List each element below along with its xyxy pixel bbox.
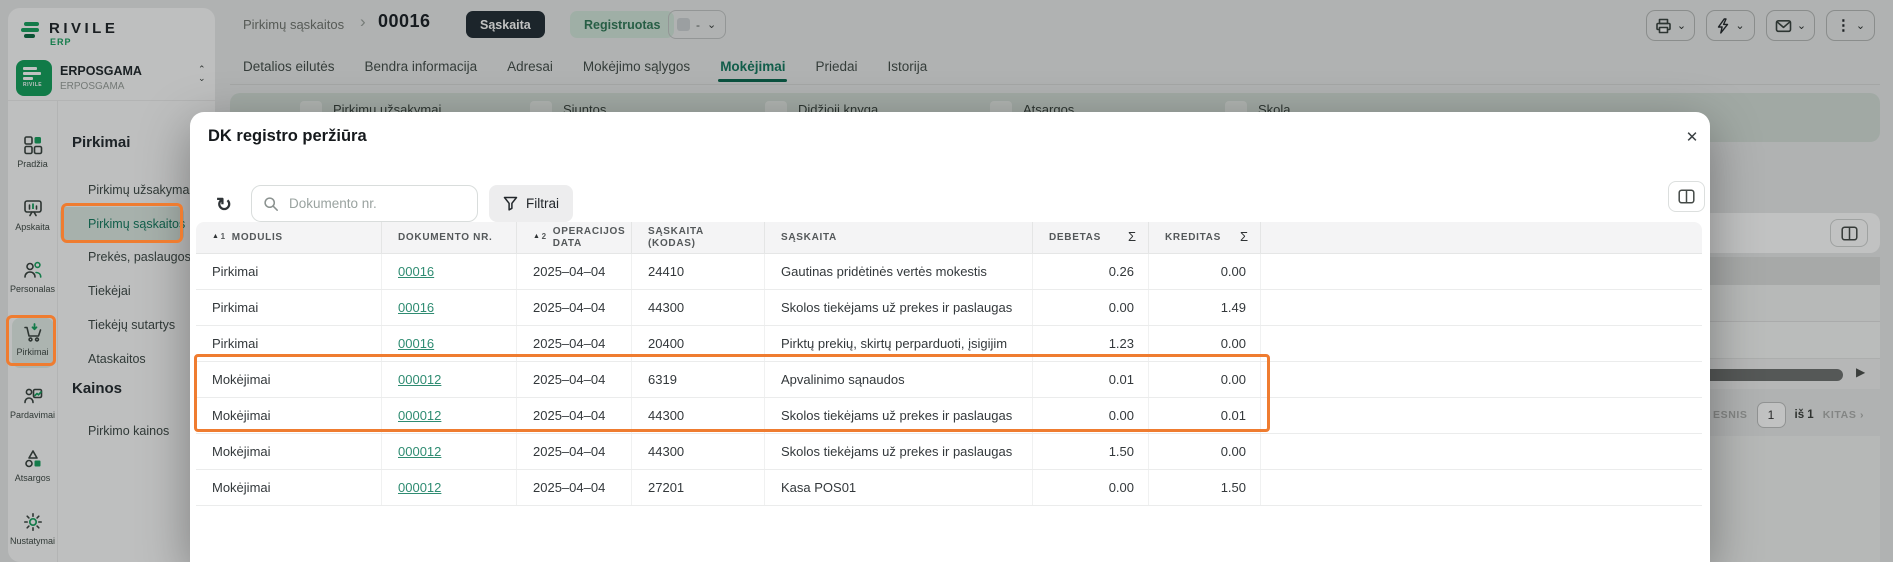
cell-empty [1261, 434, 1702, 469]
cell-document-link[interactable]: 000012 [382, 470, 517, 505]
column-label: DOKUMENTO NR. [398, 232, 492, 244]
filter-button-label: Filtrai [526, 196, 559, 211]
column-label: SĄSKAITA (KODAS) [648, 226, 752, 249]
column-label: OPERACIJOS DATA [553, 226, 626, 249]
column-header-dokumento-nr-[interactable]: DOKUMENTO NR. [382, 222, 517, 253]
funnel-icon [503, 196, 518, 211]
document-link[interactable]: 00016 [398, 336, 434, 351]
column-label: DEBETAS [1049, 232, 1101, 244]
cell-empty [1261, 470, 1702, 505]
column-label: KREDITAS [1165, 232, 1221, 244]
highlight-box-rail-pirkimai [6, 315, 56, 366]
columns-toggle-button[interactable] [1668, 181, 1705, 212]
column-label: SĄSKAITA [781, 232, 837, 244]
cell-credit: 0.00 [1149, 254, 1261, 289]
sort-icon: ▲2 [533, 233, 547, 241]
table-header-row: ▲1 MODULIS DOKUMENTO NR. ▲2 OPERACIJOS DATA S… [196, 222, 1702, 254]
cell-date: 2025–04–04 [517, 434, 632, 469]
cell-debit: 0.26 [1033, 254, 1149, 289]
sum-sigma-icon[interactable]: Σ [1128, 230, 1136, 245]
table-row: Pirkimai 00016 2025–04–0424410Gautinas pri… [196, 254, 1702, 290]
cell-date: 2025–04–04 [517, 254, 632, 289]
cell-date: 2025–04–04 [517, 470, 632, 505]
cell-debit: 0.00 [1033, 290, 1149, 325]
cell-credit: 0.00 [1149, 434, 1261, 469]
cell-document-link[interactable]: 00016 [382, 254, 517, 289]
cell-account-name: Skolos tiekėjams už prekes ir paslaugas [765, 290, 1033, 325]
table-row: Mokėjimai 000012 2025–04–0427201Kasa POS01… [196, 470, 1702, 506]
search-icon [263, 196, 279, 212]
sort-icon: ▲1 [212, 233, 226, 241]
search-input[interactable] [287, 195, 466, 212]
cell-document-link[interactable]: 00016 [382, 290, 517, 325]
cell-module: Mokėjimai [196, 470, 382, 505]
cell-empty [1261, 326, 1702, 361]
cell-empty [1261, 254, 1702, 289]
cell-account-name: Skolos tiekėjams už prekes ir paslaugas [765, 434, 1033, 469]
cell-module: Mokėjimai [196, 434, 382, 469]
cell-module: Pirkimai [196, 290, 382, 325]
cell-account-code: 24410 [632, 254, 765, 289]
modal-title: DK registro peržiūra [208, 127, 367, 146]
cell-account-code: 44300 [632, 290, 765, 325]
column-label: MODULIS [232, 232, 283, 244]
column-header-operacijos-data[interactable]: ▲2 OPERACIJOS DATA [517, 222, 632, 253]
document-link[interactable]: 000012 [398, 444, 441, 459]
cell-debit: 1.50 [1033, 434, 1149, 469]
column-header-debetas[interactable]: DEBETAS Σ [1033, 222, 1149, 253]
cell-credit: 1.50 [1149, 470, 1261, 505]
cell-module: Pirkimai [196, 254, 382, 289]
filter-button[interactable]: Filtrai [489, 185, 573, 222]
cell-empty [1261, 398, 1702, 433]
column-header-modulis[interactable]: ▲1 MODULIS [196, 222, 382, 253]
highlight-box-table-rows [194, 354, 1270, 432]
search-box [251, 185, 478, 222]
document-link[interactable]: 000012 [398, 480, 441, 495]
cell-debit: 0.00 [1033, 470, 1149, 505]
cell-credit: 1.49 [1149, 290, 1261, 325]
column-header-kreditas[interactable]: KREDITAS Σ [1149, 222, 1261, 253]
cell-date: 2025–04–04 [517, 290, 632, 325]
close-icon[interactable]: ✕ [1678, 123, 1706, 151]
refresh-icon[interactable]: ↻ [211, 192, 237, 218]
sum-sigma-icon[interactable]: Σ [1240, 230, 1248, 245]
cell-account-code: 27201 [632, 470, 765, 505]
cell-empty [1261, 290, 1702, 325]
highlight-box-menu-pirkimu-saskaitos [61, 203, 183, 243]
cell-account-name: Gautinas pridėtinės vertės mokestis [765, 254, 1033, 289]
cell-empty [1261, 362, 1702, 397]
document-link[interactable]: 00016 [398, 264, 434, 279]
column-header-sąskaita[interactable]: SĄSKAITA [765, 222, 1033, 253]
cell-account-name: Kasa POS01 [765, 470, 1033, 505]
table-row: Pirkimai 00016 2025–04–0444300Skolos tiekė… [196, 290, 1702, 326]
cell-account-code: 44300 [632, 434, 765, 469]
document-link[interactable]: 00016 [398, 300, 434, 315]
column-header-sąskaita-kodas-[interactable]: SĄSKAITA (KODAS) [632, 222, 765, 253]
dk-register-modal: DK registro peržiūra ✕ ↻ Filtrai ▲1 MODUL… [190, 112, 1710, 562]
cell-document-link[interactable]: 000012 [382, 434, 517, 469]
app-screenshot: Pirkimų sąskaitos › 00016 Sąskaita Regis… [0, 0, 1893, 562]
table-row: Mokėjimai 000012 2025–04–0444300Skolos tie… [196, 434, 1702, 470]
column-header-empty[interactable] [1261, 222, 1702, 253]
